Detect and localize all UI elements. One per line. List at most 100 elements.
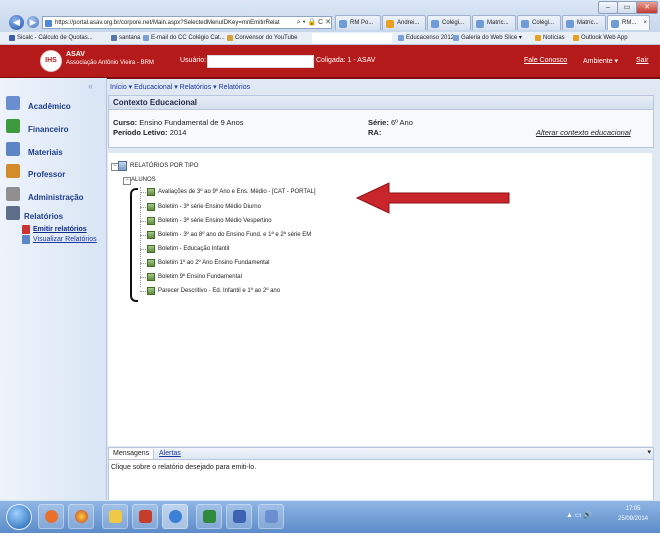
tab-active[interactable]: RM... × bbox=[607, 15, 650, 30]
clock-date[interactable]: 25/09/2014 bbox=[612, 516, 654, 522]
tab-6[interactable]: Matríc... bbox=[562, 15, 606, 30]
logout-link[interactable]: Sair bbox=[636, 57, 648, 64]
report-tree-panel: − RELATÓRIOS POR TIPO − ALUNOS Avaliaçõe… bbox=[108, 153, 652, 446]
favorite-sicalc[interactable]: Sicalc - Cálculo de Quotas... bbox=[8, 32, 93, 44]
report-item[interactable]: Boletim 1º ao 2º Ano Ensino Fundamental bbox=[158, 260, 269, 266]
sidebar-subitem-visualizar[interactable]: Visualizar Relatórios bbox=[33, 236, 97, 243]
periodo-row: Período Letivo: 2014 bbox=[113, 128, 186, 137]
report-icon bbox=[147, 245, 155, 253]
tab-4[interactable]: Matríc... bbox=[472, 15, 516, 30]
report-icon bbox=[147, 188, 155, 196]
tab-favicon-icon bbox=[339, 20, 347, 28]
favorite-icon bbox=[143, 35, 149, 41]
chrome-icon bbox=[75, 510, 88, 523]
tab-2[interactable]: Andrei... bbox=[382, 15, 426, 30]
favorite-youtube[interactable]: Convensor do YouTube bbox=[226, 32, 298, 44]
materials-icon bbox=[6, 142, 20, 156]
taskbar-app[interactable] bbox=[38, 504, 64, 529]
tab-mensagens[interactable]: Mensagens bbox=[109, 449, 155, 459]
taskbar-app[interactable] bbox=[258, 504, 284, 529]
tree-branch bbox=[140, 249, 146, 250]
breadcrumb[interactable]: Início ▾ Educacional ▾ Relatórios ▾ Rela… bbox=[110, 83, 250, 91]
tree-branch bbox=[140, 277, 146, 278]
sidebar-item-financeiro[interactable]: Financeiro bbox=[6, 119, 102, 137]
tab-5[interactable]: Colégi... bbox=[517, 15, 561, 30]
report-icon bbox=[147, 231, 155, 239]
report-icon bbox=[147, 259, 155, 267]
contact-link[interactable]: Fale Conosco bbox=[524, 57, 567, 64]
tab-1[interactable]: RM Po... bbox=[335, 15, 381, 30]
start-button[interactable] bbox=[6, 504, 32, 530]
environment-menu[interactable]: Ambiente ▾ bbox=[583, 57, 618, 65]
sidebar-item-academico[interactable]: Acadêmico bbox=[6, 96, 102, 114]
redacted-field bbox=[312, 33, 392, 43]
close-tab-icon[interactable]: × bbox=[643, 16, 647, 30]
system-tray[interactable]: ▲ ▭ 🔊 bbox=[566, 511, 592, 519]
favorite-santana[interactable]: santana bbox=[110, 32, 140, 44]
taskbar-app[interactable] bbox=[196, 504, 222, 529]
tab-alertas[interactable]: Alertas bbox=[155, 449, 185, 459]
address-icons[interactable]: ⌕ ▾ 🔒 C ✕ bbox=[283, 16, 331, 29]
taskbar-app[interactable] bbox=[132, 504, 158, 529]
taskbar-app-active[interactable] bbox=[162, 504, 188, 529]
report-item[interactable]: Boletim - 3º ao 8º ano do Ensino Fund. e… bbox=[158, 232, 311, 238]
favorite-email[interactable]: E-mail do CC Colégio Cat... bbox=[142, 32, 225, 44]
asav-logo: IHS bbox=[40, 50, 62, 72]
address-text: https://portal.asav.org.br/corpore.net/M… bbox=[55, 20, 280, 26]
report-item[interactable]: Boletim - 3ª série Ensino Médio Diurno bbox=[158, 204, 261, 210]
sidebar-item-professor[interactable]: Professor bbox=[6, 164, 102, 182]
close-window-button[interactable]: ✕ bbox=[636, 1, 658, 14]
tree-root-label[interactable]: RELATÓRIOS POR TIPO bbox=[130, 163, 198, 169]
tab-favicon-icon bbox=[521, 20, 529, 28]
report-item[interactable]: Boletim 9º Ensino Fundamental bbox=[158, 274, 242, 280]
favorite-educacenso[interactable]: Educacenso 2012 bbox=[397, 32, 454, 44]
tab-3[interactable]: Colégi... bbox=[427, 15, 471, 30]
report-item[interactable]: Parecer Descritivo - Ed. Infantil e 1º a… bbox=[158, 288, 280, 294]
clock-time[interactable]: 17:05 bbox=[612, 506, 654, 512]
minimize-button[interactable]: – bbox=[598, 1, 618, 14]
sidebar-subitem-emitir[interactable]: Emitir relatórios bbox=[33, 226, 87, 233]
favorite-noticias[interactable]: Notícias bbox=[534, 32, 565, 44]
tree-branch bbox=[140, 235, 146, 236]
tab-favicon-icon bbox=[386, 20, 394, 28]
maximize-button[interactable]: ▭ bbox=[617, 1, 637, 14]
sidebar-item-materiais[interactable]: Materiais bbox=[6, 142, 102, 160]
excel-icon bbox=[203, 510, 216, 523]
tree-branch bbox=[140, 263, 146, 264]
report-icon bbox=[147, 287, 155, 295]
forward-button[interactable]: ▶ bbox=[27, 16, 39, 28]
finance-icon bbox=[6, 119, 20, 133]
collapse-group-icon[interactable]: − bbox=[123, 177, 131, 185]
favorite-outlook[interactable]: Outlook Web App bbox=[572, 32, 628, 44]
change-context-link[interactable]: Alterar contexto educacional bbox=[536, 128, 631, 137]
taskbar-app[interactable] bbox=[68, 504, 94, 529]
favorite-icon bbox=[453, 35, 459, 41]
report-item[interactable]: Boletim - 3ª série Ensino Médio Vesperti… bbox=[158, 218, 272, 224]
taskbar-app[interactable] bbox=[226, 504, 252, 529]
collapse-sidebar-icon[interactable]: « bbox=[88, 81, 93, 91]
favorite-icon bbox=[398, 35, 404, 41]
favorite-webslice[interactable]: Galeria do Web Slice ▾ bbox=[452, 32, 522, 44]
ra-label: RA: bbox=[368, 128, 382, 137]
report-item[interactable]: Boletim - Educação Infantil bbox=[158, 246, 229, 252]
tree-group-label[interactable]: ALUNOS bbox=[131, 177, 156, 183]
media-player-icon bbox=[45, 510, 58, 523]
sidebar-item-administracao[interactable]: Administração bbox=[6, 187, 102, 205]
curso-value: Ensino Fundamental de 9 Anos bbox=[139, 118, 244, 127]
back-button[interactable]: ◀ bbox=[9, 15, 24, 30]
tab-favicon-icon bbox=[431, 20, 439, 28]
internet-explorer-icon bbox=[169, 510, 182, 523]
academic-icon bbox=[6, 96, 20, 110]
messages-panel: Mensagens Alertas ▾ Clique sobre o relat… bbox=[108, 447, 654, 501]
favorites-bar: Sicalc - Cálculo de Quotas... santana E-… bbox=[0, 32, 660, 45]
taskbar-app[interactable] bbox=[102, 504, 128, 529]
folder-icon bbox=[109, 510, 122, 523]
chevron-down-icon[interactable]: ▾ bbox=[647, 448, 651, 456]
serie-label: Série: bbox=[368, 118, 389, 127]
presentation-icon bbox=[139, 510, 152, 523]
sidebar-item-relatorios[interactable]: Relatórios bbox=[6, 206, 102, 224]
report-item[interactable]: Avaliações de 3º ao 9º Ano e Ens. Médio … bbox=[158, 189, 316, 195]
tree-branch bbox=[140, 221, 146, 222]
report-icon bbox=[147, 273, 155, 281]
report-icon bbox=[147, 217, 155, 225]
